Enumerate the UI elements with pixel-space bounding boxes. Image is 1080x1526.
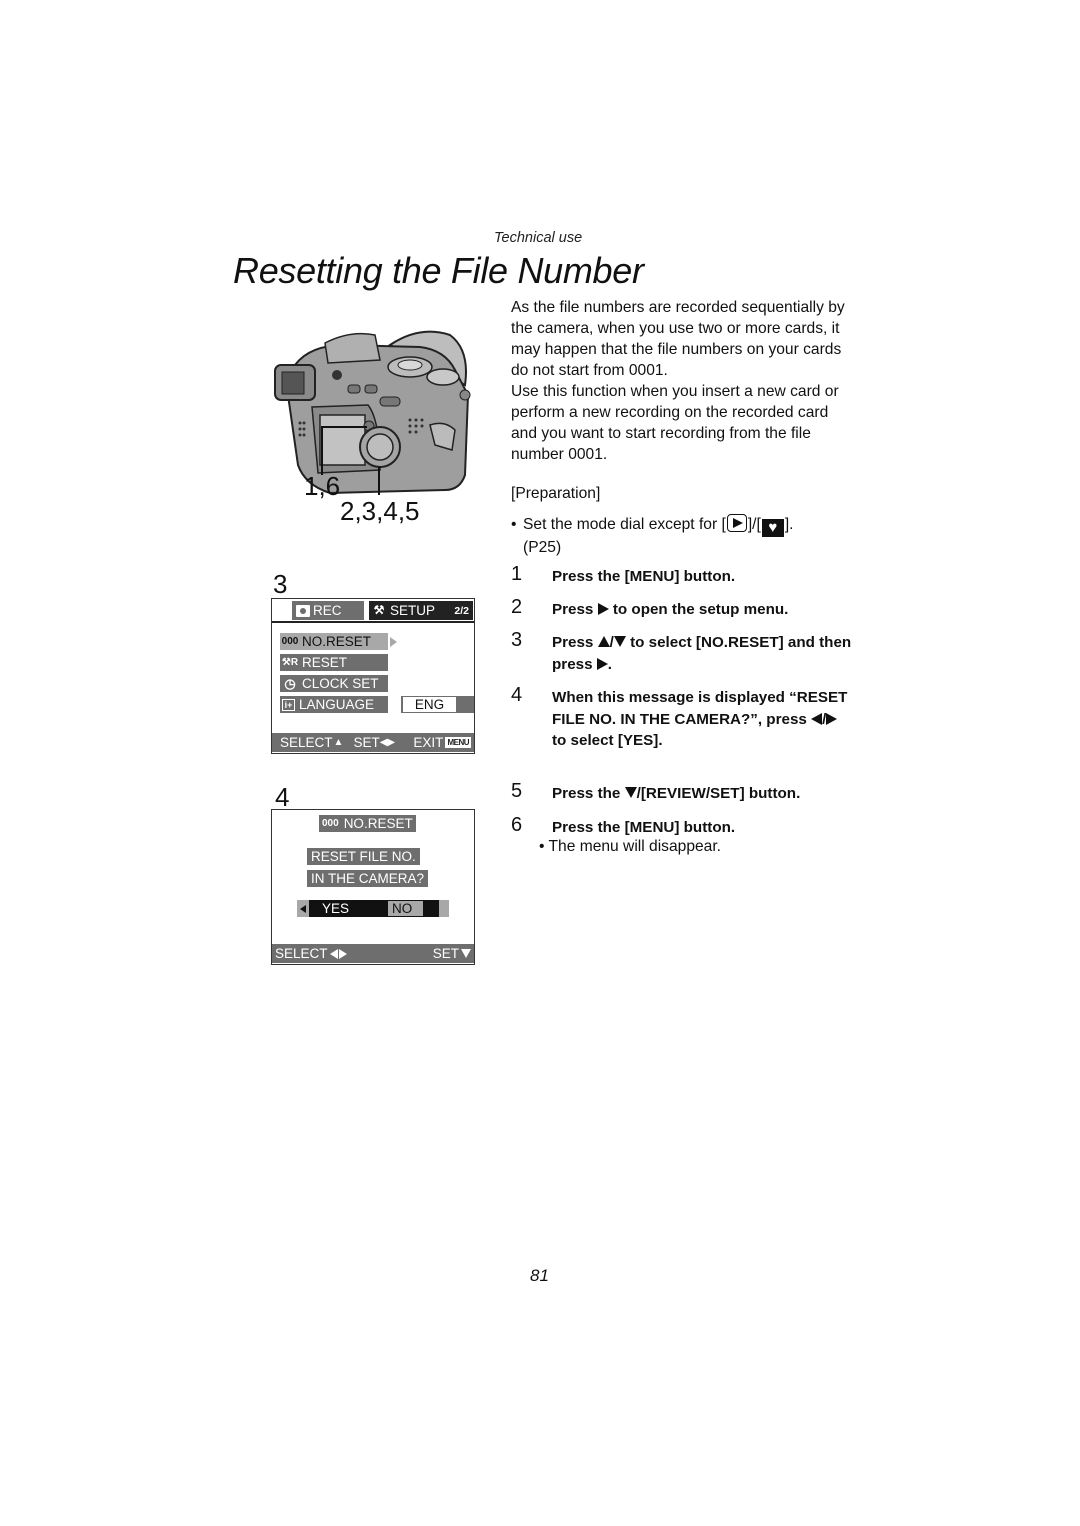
wrench-icon: ⚒ — [373, 603, 385, 617]
step-text-part: When this message is displayed “RESET FI… — [552, 689, 848, 728]
step-text: When this message is displayed “RESET FI… — [552, 687, 852, 752]
dialog-title-text: NO.RESET — [343, 816, 413, 831]
right-arrow-icon — [826, 712, 838, 725]
callout-label-2-3-4-5: 2,3,4,5 — [340, 496, 420, 526]
bullet-text: ]. — [784, 516, 794, 533]
tab-setup-label: SETUP — [390, 603, 436, 618]
dialog-message-line-1: RESET FILE NO. — [307, 848, 420, 865]
camera-icon — [296, 604, 310, 617]
option-yes[interactable]: YES — [322, 900, 349, 917]
step-number: 5 — [511, 780, 523, 802]
callout-label-1-6: 1,6 — [304, 471, 341, 501]
step-text-part: . — [607, 655, 612, 673]
option-no[interactable]: NO — [388, 901, 423, 916]
figure-step-number-3: 3 — [273, 569, 288, 599]
heart-mode-icon: ♥ — [761, 519, 784, 537]
note-text: The menu will disappear. — [548, 838, 722, 855]
intro-paragraph-1: As the file numbers are recorded sequent… — [511, 299, 845, 379]
right-arrow-icon — [596, 657, 608, 670]
bullet-text: ]/[ — [747, 516, 761, 533]
up-down-arrow-icon: ▲︎ — [333, 737, 344, 748]
left-arrow-icon — [811, 712, 823, 725]
intro-paragraph-2: Use this function when you insert a new … — [511, 383, 839, 463]
step-number: 2 — [511, 596, 523, 618]
left-arrow-icon — [329, 948, 338, 959]
dialog-title: 000 NO.RESET — [319, 815, 416, 832]
section-label: Technical use — [494, 230, 583, 246]
step-text-part: to select [YES]. — [552, 732, 663, 749]
menu-footer-bar: SELECT ▲︎ SET ◀▶ EXIT MENU — [272, 733, 474, 752]
camera-back-view-icon — [274, 330, 471, 495]
tab-setup[interactable]: ⚒ SETUP 2/2 — [369, 601, 473, 620]
tab-rec[interactable]: REC — [292, 601, 364, 620]
menu-item-reset[interactable]: ⚒R RESET — [280, 654, 388, 671]
step-number: 1 — [511, 563, 523, 585]
step-6-note: • The menu will disappear. — [539, 838, 722, 855]
step-text-part: Press the — [552, 785, 621, 802]
step-text: Press the [MENU] button. — [552, 568, 736, 585]
playback-mode-icon — [726, 514, 747, 532]
camera-illustration — [270, 325, 480, 525]
intro-text: As the file numbers are recorded sequent… — [511, 297, 856, 465]
language-icon: i+ — [282, 698, 295, 711]
menu-item-label: LANGUAGE — [299, 697, 375, 712]
footer-select-label: SELECT — [280, 735, 333, 750]
setup-menu-screen: REC ⚒ SETUP 2/2 000 NO.RESET ⚒R RESET ◷ … — [271, 598, 475, 754]
language-value-text: ENG — [403, 697, 456, 712]
clock-icon: ◷ — [284, 675, 296, 691]
menu-item-no-reset[interactable]: 000 NO.RESET — [280, 633, 388, 650]
left-arrow-icon — [297, 900, 309, 917]
down-arrow-icon — [624, 787, 637, 798]
dialog-footer-bar: SELECT SET — [272, 944, 474, 963]
step-number: 3 — [511, 629, 523, 651]
step-text: Press the /[REVIEW/SET] button. — [552, 783, 852, 805]
down-arrow-icon — [461, 949, 471, 958]
dialog-message-line-2: IN THE CAMERA? — [307, 870, 429, 887]
right-arrow-icon — [338, 948, 347, 959]
preparation-heading: [Preparation] — [511, 485, 601, 502]
page-reference: (P25) — [523, 539, 562, 556]
menu-item-clock-set[interactable]: ◷ CLOCK SET — [280, 675, 388, 692]
step-text-part: Press — [552, 601, 594, 618]
menu-item-language[interactable]: i+ LANGUAGE — [280, 696, 388, 713]
footer-set-label: SET — [353, 735, 380, 750]
step-number: 4 — [511, 684, 523, 706]
step-text-part: to open the setup menu. — [612, 601, 789, 618]
menu-item-label: CLOCK SET — [302, 676, 379, 691]
up-arrow-icon — [597, 636, 610, 647]
left-right-arrow-icon: ◀▶ — [379, 737, 396, 748]
language-value[interactable]: ENG — [401, 696, 474, 713]
submenu-arrow-icon — [390, 637, 397, 647]
yes-no-selector: YES NO — [297, 900, 449, 917]
step-text: Press to open the setup menu. — [552, 599, 852, 621]
step-text-part: Press — [552, 634, 594, 651]
step-text-part: /[REVIEW/SET] button. — [636, 785, 801, 802]
menu-item-label: NO.RESET — [302, 634, 372, 649]
page-number: 81 — [530, 1266, 549, 1285]
menu-button-icon: MENU — [445, 737, 471, 748]
preparation-bullet: Set the mode dial except for [ ]/[♥]. (P2… — [511, 514, 851, 558]
reset-confirm-screen: 000 NO.RESET RESET FILE NO. IN THE CAMER… — [271, 809, 475, 965]
page-indicator: 2/2 — [454, 604, 469, 617]
right-arrow-icon — [597, 603, 609, 615]
reset-icon: ⚒R — [281, 657, 299, 668]
tab-rec-label: REC — [313, 603, 342, 618]
bullet-text: Set the mode dial except for [ — [523, 516, 726, 533]
menu-tab-bar: REC ⚒ SETUP 2/2 — [272, 599, 474, 623]
footer-exit-label: EXIT — [413, 735, 444, 750]
step-number: 6 — [511, 814, 523, 836]
selector-edge — [439, 900, 449, 917]
step-text: Press / to select [NO.RESET] and then pr… — [552, 632, 852, 675]
file-number-icon: 000 — [322, 818, 339, 829]
step-text: Press the [MENU] button. — [552, 819, 736, 836]
down-arrow-icon — [613, 636, 626, 647]
page-title: Resetting the File Number — [233, 250, 644, 291]
footer-select-label: SELECT — [275, 946, 328, 961]
file-number-icon: 000 — [281, 636, 299, 647]
footer-set-label: SET — [432, 946, 459, 961]
menu-item-label: RESET — [302, 655, 348, 670]
